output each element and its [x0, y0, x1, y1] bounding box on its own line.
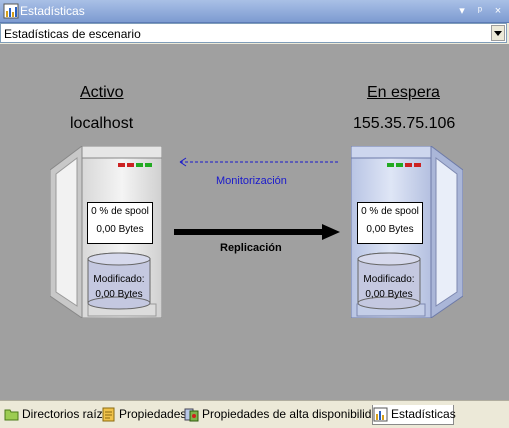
- title-bar: Estadísticas ▾ ᵖ ×: [0, 0, 509, 23]
- monitoring-label: Monitorización: [216, 175, 287, 187]
- active-modified-label: Modificado:: [93, 274, 145, 285]
- active-server: 0 % de spool 0,00 Bytes Modificado: 0,00…: [50, 146, 162, 318]
- active-role-label: Activo: [80, 84, 124, 101]
- monitoring-arrow: [179, 157, 340, 167]
- standby-host-label: 155.35.75.106: [353, 115, 456, 132]
- scenario-select[interactable]: Estadísticas de escenario: [0, 23, 507, 43]
- standby-spool-box: 0 % de spool 0,00 Bytes: [357, 202, 423, 244]
- standby-modified-bytes: 0,00 Bytes: [365, 289, 413, 300]
- ha-properties-icon: [184, 408, 199, 422]
- standby-role-label: En espera: [367, 84, 440, 101]
- active-modified-box: Modificado: 0,00 Bytes: [89, 272, 149, 302]
- folder-icon: [4, 409, 19, 421]
- properties-icon: [102, 407, 115, 422]
- replication-label: Replicación: [220, 242, 282, 254]
- tab-root-directories[interactable]: Directorios raíz: [4, 405, 103, 425]
- standby-server: 0 % de spool 0,00 Bytes Modificado: 0,00…: [351, 146, 463, 318]
- status-leds: [387, 163, 421, 167]
- status-leds: [118, 163, 152, 167]
- close-button[interactable]: ×: [490, 3, 506, 19]
- tab-label: Estadísticas: [391, 407, 456, 421]
- tab-label: Propiedades de alta disponibilidad: [202, 407, 385, 421]
- tab-properties[interactable]: Propiedades: [101, 405, 186, 425]
- active-host-label: localhost: [70, 115, 134, 132]
- active-spool-box: 0 % de spool 0,00 Bytes: [87, 202, 153, 244]
- standby-modified-box: Modificado: 0,00 Bytes: [359, 272, 419, 302]
- standby-modified-label: Modificado:: [363, 274, 415, 285]
- active-spool-bytes: 0,00 Bytes: [96, 224, 144, 235]
- pin-button[interactable]: ᵖ: [472, 3, 488, 19]
- replication-arrow: [174, 224, 340, 240]
- standby-spool-bytes: 0,00 Bytes: [366, 224, 414, 235]
- tab-ha-properties[interactable]: Propiedades de alta disponibilidad: [184, 405, 385, 425]
- tab-label: Propiedades: [119, 407, 187, 421]
- scenario-select-value: Estadísticas de escenario: [4, 27, 141, 41]
- window-title: Estadísticas: [20, 4, 85, 18]
- tab-bar: Directorios raíz Propiedades Propiedades…: [0, 400, 509, 428]
- statistics-icon: [3, 3, 19, 19]
- window-menu-button[interactable]: ▾: [454, 3, 470, 19]
- active-modified-bytes: 0,00 Bytes: [95, 289, 143, 300]
- tab-label: Directorios raíz: [22, 407, 103, 421]
- chevron-down-icon: [494, 31, 502, 36]
- dropdown-arrow-button[interactable]: [491, 25, 505, 41]
- active-spool-percent: 0 % de spool: [91, 206, 149, 217]
- tab-statistics[interactable]: Estadísticas: [372, 405, 456, 425]
- statistics-icon: [373, 407, 388, 422]
- statistics-canvas: Activo localhost En espera 155.35.75.106: [0, 44, 509, 400]
- standby-spool-percent: 0 % de spool: [361, 206, 419, 217]
